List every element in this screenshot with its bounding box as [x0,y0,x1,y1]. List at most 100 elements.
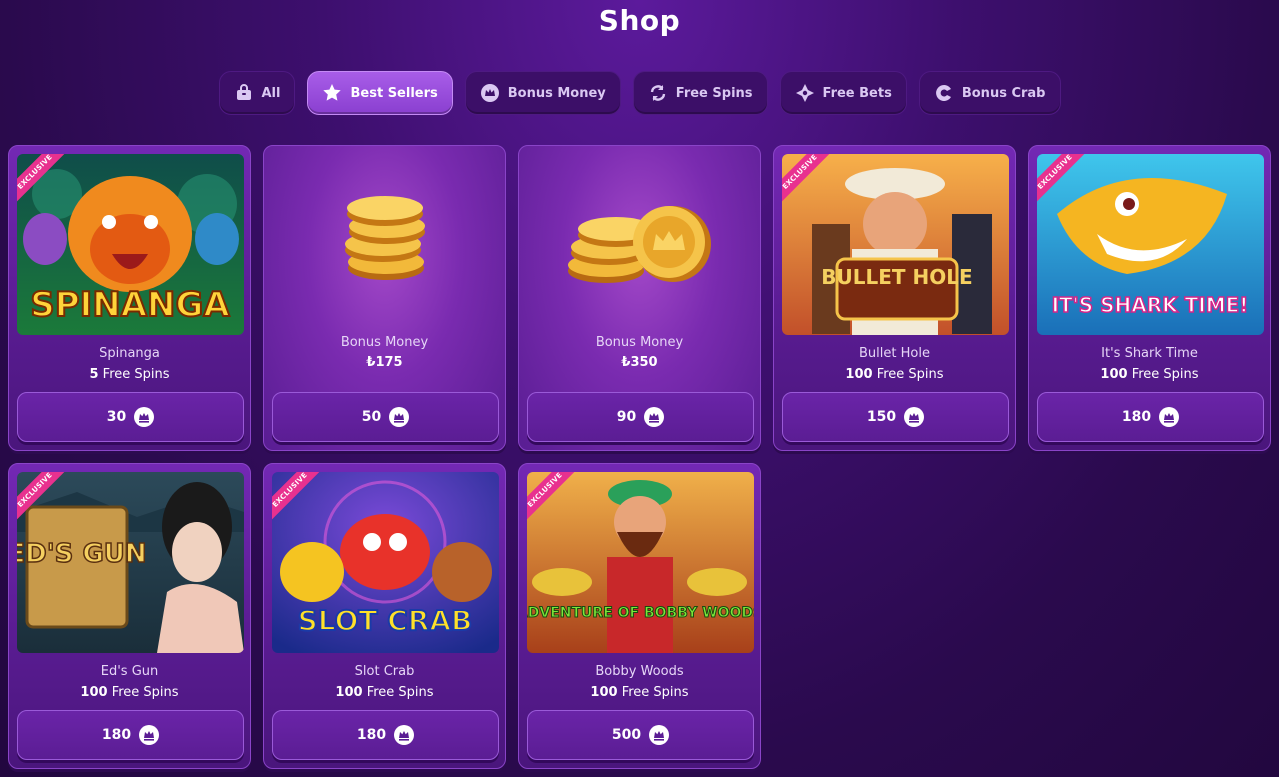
product-card[interactable]: Bonus Money ₺175 50 [263,145,506,451]
product-card[interactable]: SPINANGA EXCLUSIVE Spinanga 5 Free Spins… [8,145,251,451]
reward-amount: ₺350 [621,355,658,370]
ribbon-label: EXCLUSIVE [17,154,67,204]
product-card[interactable]: BULLET HOLE EXCLUSIVE Bullet Hole 100 Fr… [773,145,1016,451]
price-value: 180 [356,727,387,743]
buy-button[interactable]: 500 [527,710,754,760]
price-value: 180 [101,727,132,743]
crown-icon [644,407,665,427]
reward-amount: 100 [1100,367,1128,382]
reward-amount: 100 [845,367,873,382]
tab-best-sellers[interactable]: Best Sellers [307,71,453,115]
tab-free-spins[interactable]: Free Spins [632,71,768,115]
product-reward: 100 Free Spins [774,367,1015,382]
price-value: 30 [106,409,127,425]
reward-unit: Free Spins [1131,367,1199,382]
buy-button[interactable]: 180 [272,710,499,760]
buy-button[interactable]: 90 [527,392,754,442]
product-name: Ed's Gun [100,664,159,679]
ribbon-label: EXCLUSIVE [782,154,832,204]
product-reward: 5 Free Spins [9,367,250,382]
exclusive-ribbon: EXCLUSIVE [272,472,322,522]
game-logo-text: ED'S GUN [17,539,147,569]
product-reward: ₺350 [519,355,760,370]
reward-unit: Free Spins [111,685,179,700]
product-name: Bobby Woods [595,664,684,679]
exclusive-ribbon: EXCLUSIVE [17,472,67,522]
buy-button[interactable]: 180 [17,710,244,760]
reward-amount: 5 [89,367,99,382]
refresh-icon [648,83,668,103]
product-reward: 100 Free Spins [1029,367,1270,382]
product-reward: 100 Free Spins [264,685,505,700]
crown-icon [394,725,415,745]
buy-button[interactable]: 30 [17,392,244,442]
crown-coin-icon [480,83,500,103]
product-name: Bonus Money [595,335,684,350]
tab-label: All [261,85,281,101]
reward-unit: Free Spins [621,685,689,700]
tab-bonus-money[interactable]: Bonus Money [464,71,621,115]
tab-label: Bonus Crab [961,85,1046,101]
star-icon [322,83,342,103]
ribbon-label: EXCLUSIVE [17,472,67,522]
game-logo-text: IT'S SHARK TIME! [1052,293,1249,317]
reward-amount: 100 [80,685,108,700]
tab-label: Bonus Money [507,85,606,101]
price-value: 500 [611,727,642,743]
exclusive-ribbon: EXCLUSIVE [1037,154,1087,204]
coins-image [519,146,760,336]
product-card[interactable]: ED'S GUN EXCLUSIVE Ed's Gun 100 Free Spi… [8,463,251,769]
buy-button[interactable]: 180 [1037,392,1264,442]
product-card[interactable]: SLOT CRAB EXCLUSIVE Slot Crab 100 Free S… [263,463,506,769]
product-reward: 100 Free Spins [9,685,250,700]
product-reward: 100 Free Spins [519,685,760,700]
crown-icon [904,407,925,427]
ribbon-label: EXCLUSIVE [1037,154,1087,204]
price-value: 90 [616,409,637,425]
product-name: Bonus Money [340,335,429,350]
reward-amount: 100 [590,685,618,700]
crown-icon [1159,407,1180,427]
page-title: Shop [598,4,681,37]
product-card[interactable]: ADVENTURE OF BOBBY WOODS EXCLUSIVE Bobby… [518,463,761,769]
product-name: Spinanga [99,346,160,361]
crown-icon [389,407,410,427]
product-card[interactable]: Bonus Money ₺350 90 [518,145,761,451]
buy-button[interactable]: 50 [272,392,499,442]
category-tabs: All Best Sellers Bonus Money Free Spins … [0,71,1279,115]
product-name: Bullet Hole [859,346,930,361]
ribbon-label: EXCLUSIVE [527,472,577,522]
exclusive-ribbon: EXCLUSIVE [782,154,832,204]
price-value: 180 [1121,409,1152,425]
price-value: 150 [866,409,897,425]
reward-amount: ₺175 [366,355,403,370]
product-card[interactable]: IT'S SHARK TIME! EXCLUSIVE It's Shark Ti… [1028,145,1271,451]
tab-label: Free Spins [675,85,753,101]
reward-unit: Free Spins [366,685,434,700]
game-logo-text: BULLET HOLE [821,265,972,289]
crown-icon [649,725,670,745]
product-name: Slot Crab [354,664,415,679]
tab-label: Free Bets [822,85,892,101]
exclusive-ribbon: EXCLUSIVE [17,154,67,204]
tab-bonus-crab[interactable]: Bonus Crab [918,71,1061,115]
product-reward: ₺175 [264,355,505,370]
tab-all[interactable]: All [218,71,296,115]
crown-icon [134,407,155,427]
price-value: 50 [361,409,382,425]
reward-unit: Free Spins [876,367,944,382]
sparkle-icon [795,83,815,103]
product-grid: SPINANGA EXCLUSIVE Spinanga 5 Free Spins… [8,145,1271,769]
bag-icon [234,83,254,103]
tab-free-bets[interactable]: Free Bets [779,71,907,115]
reward-amount: 100 [335,685,363,700]
game-logo-text: SLOT CRAB [298,604,473,637]
product-name: It's Shark Time [1101,346,1198,361]
ribbon-label: EXCLUSIVE [272,472,322,522]
game-logo-text: SPINANGA [30,285,230,325]
buy-button[interactable]: 150 [782,392,1009,442]
reward-unit: Free Spins [102,367,170,382]
crab-claw-icon [934,83,954,103]
tab-label: Best Sellers [350,85,438,101]
game-logo-text: ADVENTURE OF BOBBY WOODS [527,605,754,621]
